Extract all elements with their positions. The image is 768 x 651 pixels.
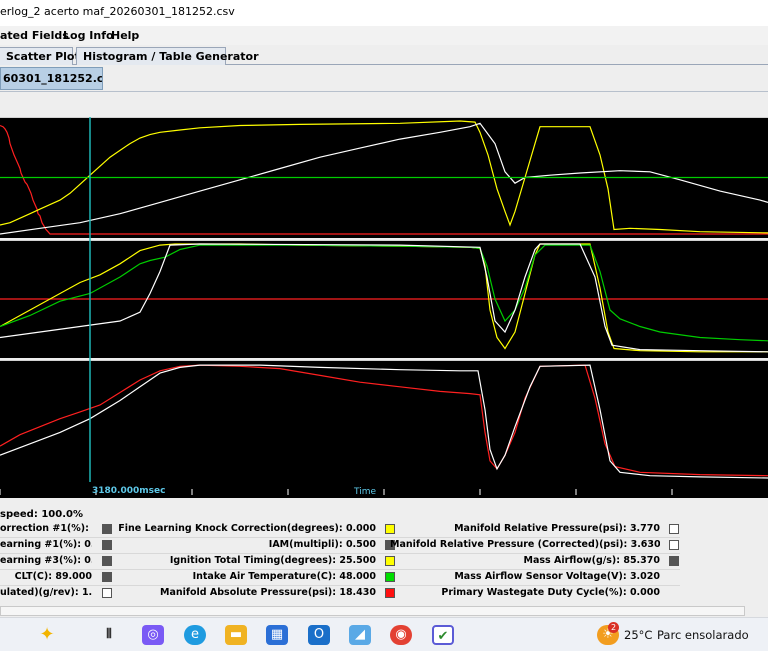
window-title-bar: erlog_2 acerto maf_20260301_181252.csv: [0, 0, 768, 26]
taskbar: ✦ ⫴ ◎ e ▬ ▦ O ◢ ◉ ✔ ☀ 2 25°C Parc ensola…: [0, 617, 768, 651]
task-view-icon[interactable]: ⫴: [98, 625, 120, 645]
notification-badge: 2: [608, 622, 619, 633]
parameter-value: orrection #1(%): 0.000: [0, 523, 92, 534]
tab-scatter-plots[interactable]: Scatter Plots: [0, 47, 86, 65]
parameter-value: ulated)(g/rev): 1.470: [0, 587, 92, 598]
menu-log-info[interactable]: Log Info: [63, 29, 114, 42]
cursor-time-label: 3180.000msec: [92, 486, 165, 496]
file-tab-active[interactable]: 60301_181252.csv: [0, 67, 103, 90]
weather-temperature: 25°C: [624, 628, 653, 642]
series-color-swatch[interactable]: [669, 524, 679, 534]
window-title: erlog_2 acerto maf_20260301_181252.csv: [0, 5, 235, 18]
weather-description: Parc ensolarado: [657, 628, 749, 642]
parameter-value: Intake Air Temperature(C): 48.000: [192, 571, 376, 582]
tab-histogram[interactable]: Histogram / Table Generator: [76, 47, 259, 65]
menu-help[interactable]: Help: [111, 29, 139, 42]
file-explorer-icon[interactable]: ▬: [225, 625, 247, 645]
parameter-value: Fine Learning Knock Correction(degrees):…: [118, 523, 376, 534]
parameter-value: Primary Wastegate Duty Cycle(%): 0.000: [441, 587, 660, 598]
series-color-swatch[interactable]: [669, 556, 679, 566]
parameter-value: CLT(C): 89.000: [14, 571, 92, 582]
menu-calculated-fields[interactable]: ated Fields: [0, 29, 69, 42]
log-graph-area[interactable]: 3180.000msec Time: [0, 92, 768, 498]
playback-speed: speed: 100.0%: [0, 509, 83, 520]
parameter-value: Mass Airflow Sensor Voltage(V): 3.020: [454, 571, 660, 582]
chrome-browser-icon[interactable]: ◉: [390, 625, 412, 645]
copilot-app-icon[interactable]: ◎: [142, 625, 164, 645]
graph-panel-3: [0, 360, 768, 482]
outlook-icon[interactable]: O: [308, 625, 330, 645]
parameter-value: Manifold Absolute Pressure(psi): 18.430: [159, 587, 376, 598]
menu-bar: ated Fields Log Info Help: [0, 26, 768, 45]
file-tabs: 60301_181252.csv: [0, 65, 768, 92]
time-axis-label: Time: [353, 487, 376, 497]
parameter-value: IAM(multipli): 0.500: [268, 539, 376, 550]
log-graph[interactable]: 3180.000msec Time: [0, 92, 768, 498]
edge-browser-icon[interactable]: e: [184, 625, 206, 645]
horizontal-scrollbar[interactable]: [0, 606, 745, 616]
parameter-value: Ignition Total Timing(degrees): 25.500: [169, 555, 376, 566]
parameter-value: Manifold Relative Pressure (Corrected)(p…: [390, 539, 660, 550]
series-color-swatch[interactable]: [669, 540, 679, 550]
copilot-sparkle-icon[interactable]: ✦: [36, 625, 58, 645]
parameter-value: earning #3(%): 0.000: [0, 555, 92, 566]
parameter-grid: orrection #1(%): 0.000 earning #1(%): 0.0…: [0, 521, 768, 605]
store-icon[interactable]: ▦: [266, 625, 288, 645]
parameter-value: Mass Airflow(g/s): 85.370: [523, 555, 661, 566]
photos-icon[interactable]: ◢: [349, 625, 371, 645]
parameter-value: Manifold Relative Pressure(psi): 3.770: [454, 523, 660, 534]
view-tabs: Scatter Plots Histogram / Table Generato…: [0, 45, 768, 65]
log-viewer-app-icon[interactable]: ✔: [432, 625, 454, 645]
parameter-value: earning #1(%): 0.000: [0, 539, 92, 550]
